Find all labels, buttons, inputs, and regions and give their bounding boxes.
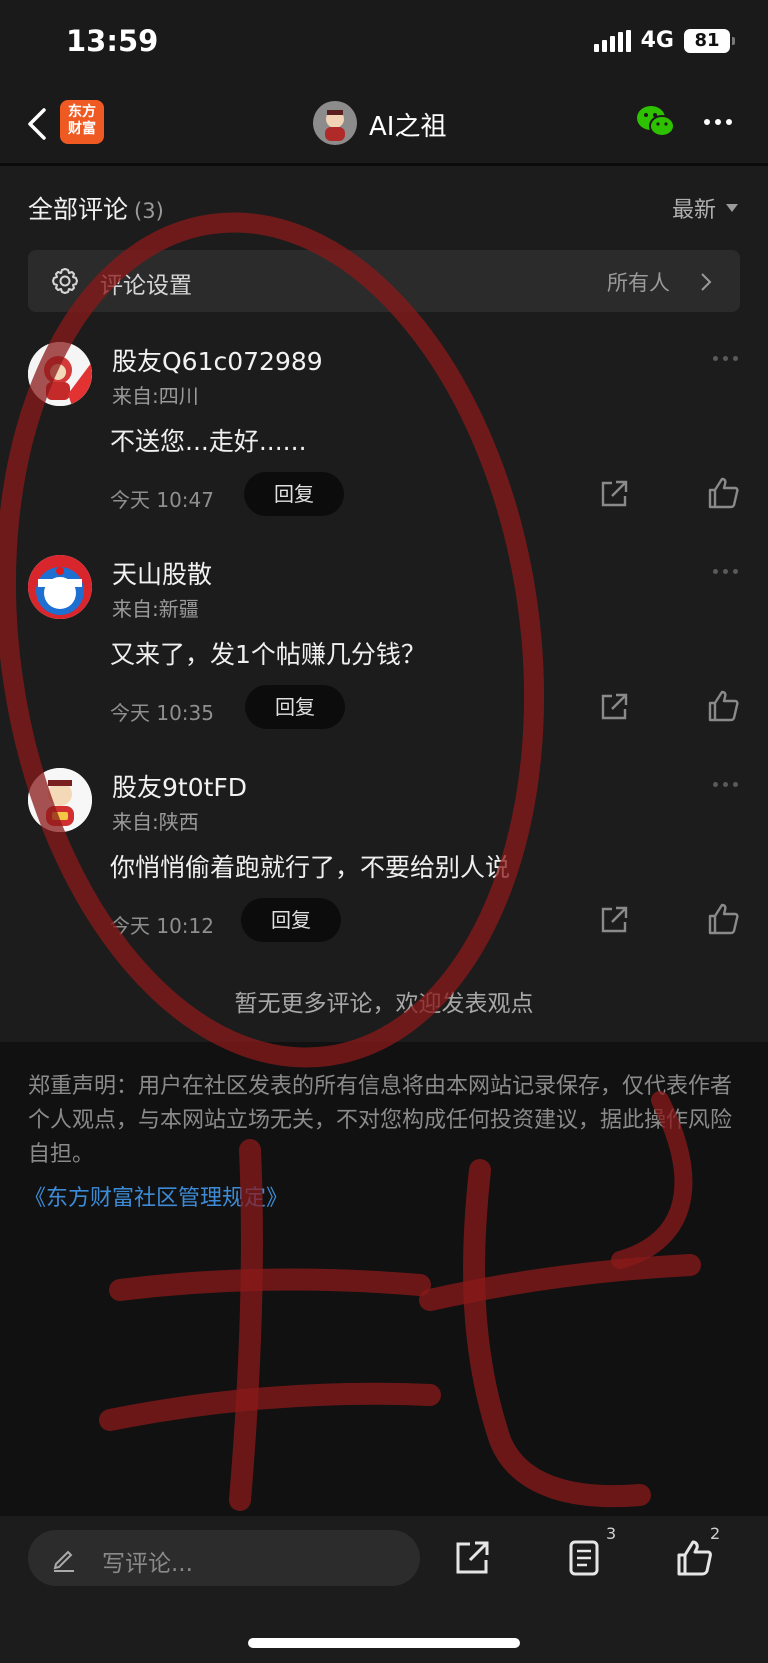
network-type: 4G: [640, 28, 674, 53]
sort-label: 最新: [671, 198, 716, 223]
comment-username[interactable]: 股友Q61c072989: [112, 342, 323, 378]
comment-username[interactable]: 股友9t0tFD: [112, 768, 247, 804]
avatar[interactable]: [28, 555, 92, 619]
like-icon[interactable]: [706, 689, 740, 723]
back-icon[interactable]: [22, 104, 54, 144]
write-comment-input[interactable]: 写评论...: [28, 1530, 420, 1586]
comment-settings-row[interactable]: 评论设置 所有人: [28, 250, 740, 312]
settings-value: 所有人: [607, 271, 670, 295]
status-time: 13:59: [66, 24, 159, 58]
like-count-badge: 2: [710, 1524, 721, 1543]
no-more-comments: 暂无更多评论，欢迎发表观点: [234, 991, 534, 1017]
comment-username[interactable]: 天山股散: [112, 555, 212, 591]
comment-text: 你悄悄偷着跑就行了，不要给别人说: [110, 853, 511, 882]
signal-icon: [593, 29, 631, 52]
share-icon[interactable]: [452, 1538, 492, 1578]
settings-label: 评论设置: [100, 273, 192, 299]
avatar-icon: [28, 768, 92, 832]
avatar-icon: [325, 110, 345, 141]
more-icon[interactable]: [704, 110, 740, 134]
status-bar: 13:59 4G 81: [0, 0, 768, 84]
avatar[interactable]: [313, 101, 357, 145]
comment-item: 股友9t0tFD 来自:陕西 你悄悄偷着跑就行了，不要给别人说 今天 10:12…: [0, 768, 768, 980]
reply-button[interactable]: 回复: [245, 685, 345, 729]
comments-header: 全部评论 (3): [28, 190, 164, 226]
comment-list-icon[interactable]: [564, 1538, 604, 1578]
brand-logo: 东方 财富: [60, 100, 104, 144]
wechat-icon[interactable]: [636, 104, 676, 140]
comment-time: 今天 10:35: [110, 701, 214, 725]
like-icon[interactable]: [706, 476, 740, 510]
pen-icon: [53, 1550, 74, 1572]
more-icon[interactable]: [713, 356, 738, 361]
disclaimer-text: 郑重声明：用户在社区发表的所有信息将由本网站记录保存，仅代表作者个人观点，与本网…: [28, 1074, 733, 1167]
like-icon[interactable]: [674, 1538, 714, 1578]
comment-text: 又来了，发1个帖赚几分钱？: [110, 640, 426, 669]
comment-location: 来自:新疆: [112, 597, 199, 621]
comment-item: 天山股散 来自:新疆 又来了，发1个帖赚几分钱？ 今天 10:35 回复: [0, 555, 768, 767]
chevron-right-icon: [701, 273, 712, 291]
more-icon[interactable]: [713, 782, 738, 787]
write-comment-placeholder: 写评论...: [102, 1551, 193, 1577]
comments-section: 全部评论(3) 最新 评论设置 所有人 股友Q61c072989 来自:四川: [0, 166, 768, 1042]
share-icon[interactable]: [598, 691, 630, 723]
comment-location: 来自:四川: [112, 384, 199, 408]
gear-icon: [52, 268, 78, 294]
avatar[interactable]: [28, 342, 92, 406]
avatar[interactable]: [28, 768, 92, 832]
comment-text: 不送您...走好......: [110, 427, 307, 456]
comment-count-badge: 3: [606, 1524, 617, 1543]
comments-count: (3): [134, 199, 164, 223]
status-indicators: 4G 81: [593, 28, 735, 53]
more-icon[interactable]: [713, 569, 738, 574]
comment-time: 今天 10:47: [110, 488, 214, 512]
sort-dropdown[interactable]: 最新: [672, 192, 738, 224]
comment-item: 股友Q61c072989 来自:四川 不送您...走好...... 今天 10:…: [0, 342, 768, 554]
comment-time: 今天 10:12: [110, 914, 214, 938]
comments-title: 全部评论: [28, 195, 129, 224]
avatar-icon: [28, 342, 92, 406]
share-icon[interactable]: [598, 904, 630, 936]
like-icon[interactable]: [706, 902, 740, 936]
battery-icon: 81: [684, 28, 735, 53]
share-icon[interactable]: [598, 478, 630, 510]
chevron-down-icon: [726, 204, 738, 212]
avatar-icon: [28, 555, 92, 619]
page-title: AI之祖: [369, 112, 447, 142]
comment-location: 来自:陕西: [112, 810, 199, 834]
nav-bar: 东方 财富 AI之祖: [0, 84, 768, 166]
reply-button[interactable]: 回复: [241, 898, 341, 942]
reply-button[interactable]: 回复: [244, 472, 344, 516]
community-rules-link[interactable]: 《东方财富社区管理规定》: [24, 1180, 288, 1212]
home-indicator: [248, 1638, 520, 1648]
